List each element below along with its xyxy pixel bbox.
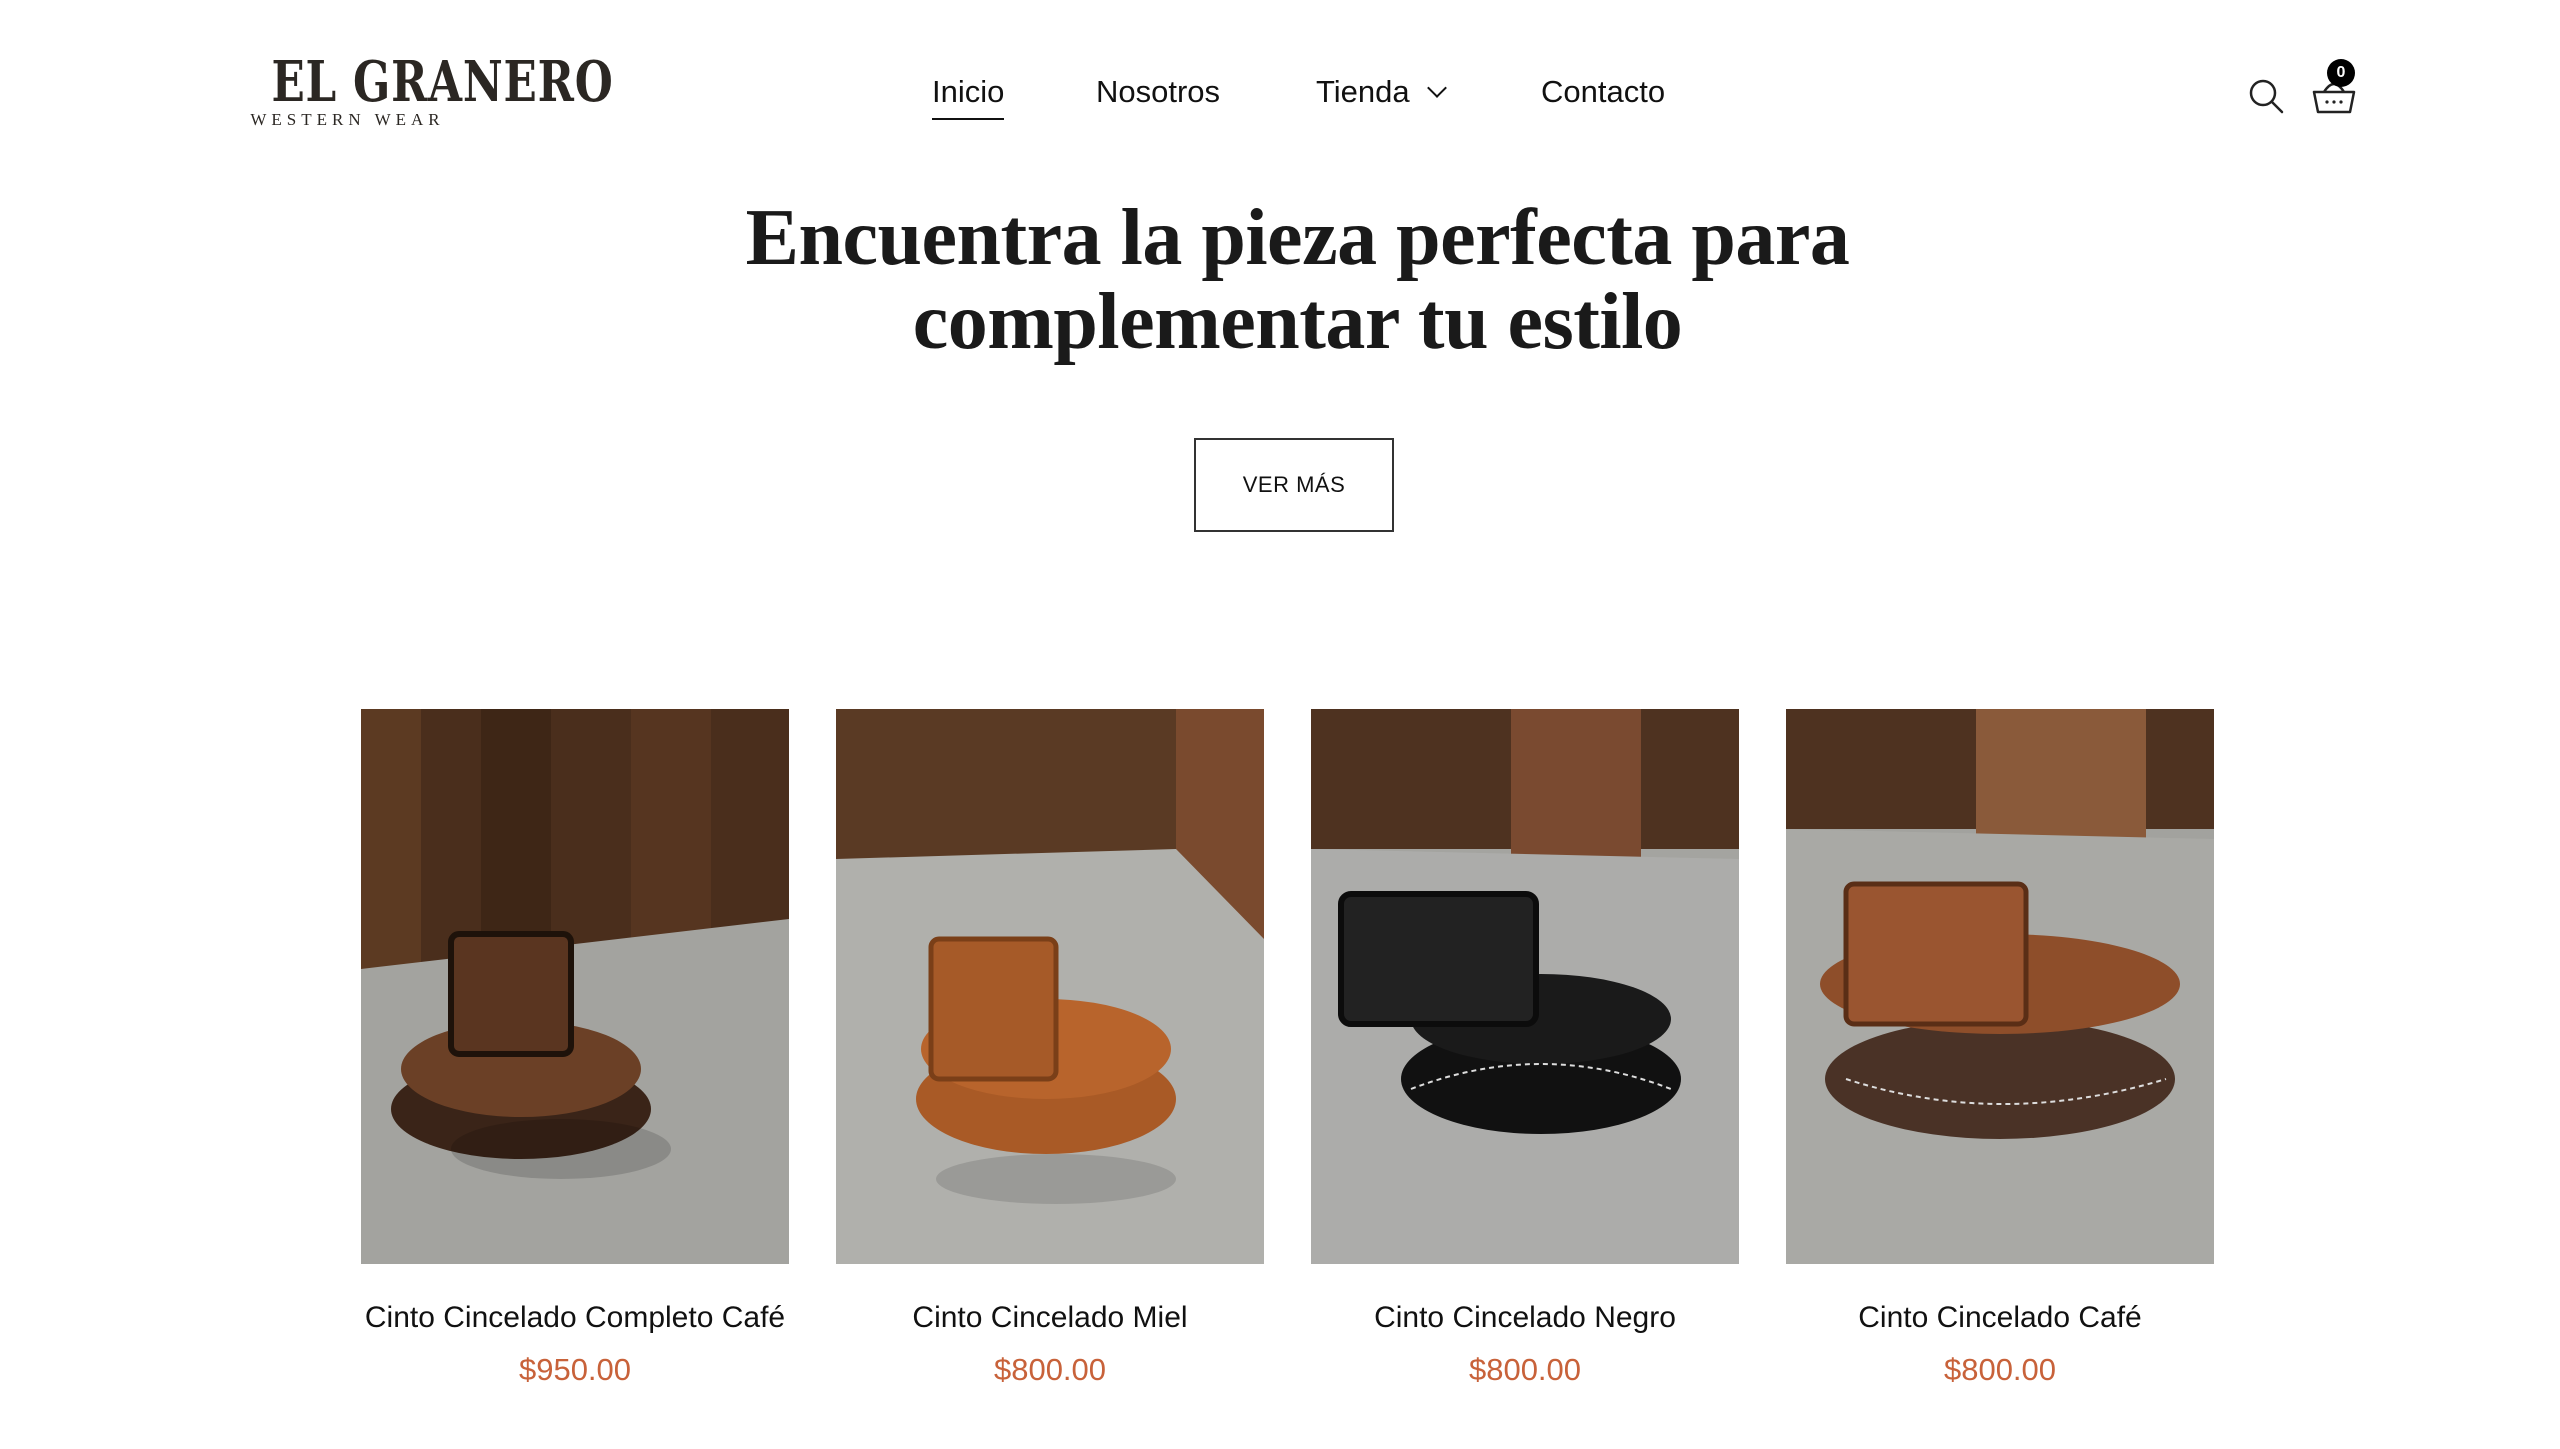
search-icon[interactable] xyxy=(2246,76,2286,116)
product-price: $800.00 xyxy=(993,1352,1107,1387)
nav-item-contacto[interactable]: Contacto xyxy=(1541,70,1665,114)
product-image[interactable] xyxy=(1786,709,2214,1264)
product-image[interactable] xyxy=(361,709,789,1264)
site-header: EL GRANERO WESTERN WEAR Inicio Nosotros … xyxy=(0,0,2560,190)
product-image[interactable] xyxy=(1311,709,1739,1264)
nav-item-tienda-label: Tienda xyxy=(1316,74,1410,109)
belt-photo xyxy=(1311,709,1739,1264)
product-card[interactable]: Cinto Cincelado Completo Café $950.00 xyxy=(361,709,789,1390)
product-card[interactable]: Cinto Cincelado Miel $800.00 xyxy=(836,709,1264,1390)
belt-photo xyxy=(361,709,789,1264)
main-nav: Inicio Nosotros Tienda Contacto xyxy=(0,70,2560,120)
nav-item-inicio[interactable]: Inicio xyxy=(932,70,1005,120)
hero-title-line-1: Encuentra la pieza perfecta para xyxy=(745,194,1850,282)
cart-count-badge: 0 xyxy=(2327,59,2355,87)
belt-photo xyxy=(1786,709,2214,1264)
product-price: $800.00 xyxy=(1468,1352,1582,1387)
product-name[interactable]: Cinto Cincelado Negro xyxy=(1311,1298,1739,1338)
product-price: $800.00 xyxy=(1943,1352,2057,1387)
nav-item-tienda[interactable]: Tienda xyxy=(1316,70,1447,114)
belt-photo xyxy=(836,709,1264,1264)
product-card[interactable]: Cinto Cincelado Café $800.00 xyxy=(1786,709,2214,1390)
product-card[interactable]: Cinto Cincelado Negro $800.00 xyxy=(1311,709,1739,1390)
product-name[interactable]: Cinto Cincelado Completo Café xyxy=(361,1298,789,1338)
ver-mas-button[interactable]: VER MÁS xyxy=(1194,438,1394,532)
hero-title: Encuentra la pieza perfecta para complem… xyxy=(0,196,2560,364)
product-price: $950.00 xyxy=(518,1352,632,1387)
nav-item-nosotros[interactable]: Nosotros xyxy=(1096,70,1220,114)
product-name[interactable]: Cinto Cincelado Café xyxy=(1786,1298,2214,1338)
hero-title-line-2: complementar tu estilo xyxy=(912,278,1683,366)
product-image[interactable] xyxy=(836,709,1264,1264)
chevron-down-icon xyxy=(1426,78,1447,98)
product-name[interactable]: Cinto Cincelado Miel xyxy=(836,1298,1264,1338)
